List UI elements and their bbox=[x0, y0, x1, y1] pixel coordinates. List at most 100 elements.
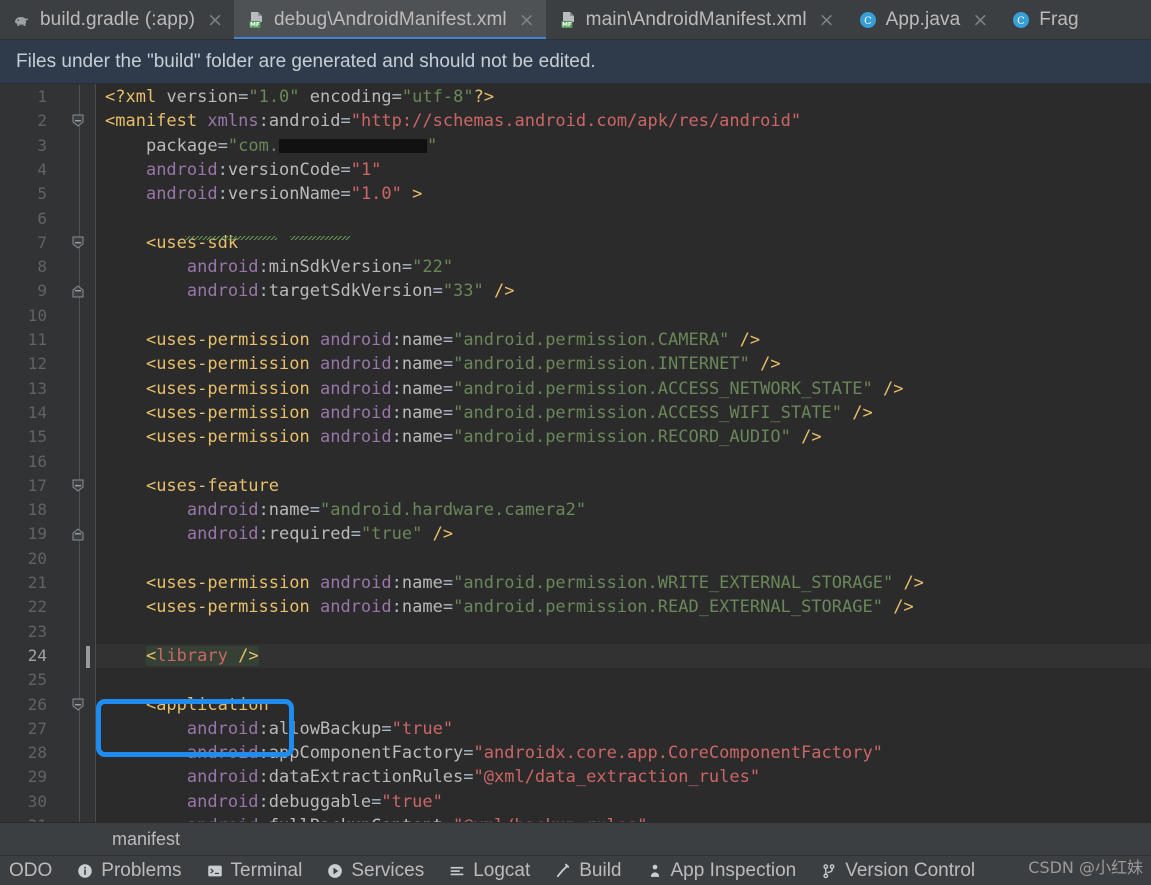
close-icon[interactable]: × bbox=[819, 10, 835, 30]
java-class-icon: C bbox=[1011, 10, 1031, 30]
code-editor[interactable]: 1 2 3 4 5 6 7 8 9 10 11 12 13 14 15 16 17 18 19 20 21 22 23 24 2… bbox=[0, 84, 1151, 822]
status-bar-item-build[interactable]: Build bbox=[542, 860, 633, 882]
status-bar-item-label: App Inspection bbox=[670, 859, 797, 881]
close-icon[interactable]: × bbox=[207, 10, 223, 30]
line-number: 14 bbox=[27, 402, 47, 422]
code-line[interactable] bbox=[96, 304, 1151, 328]
editor-tab-3[interactable]: C App.java × bbox=[846, 0, 1000, 39]
editor-tab-2[interactable]: MF main\AndroidManifest.xml × bbox=[546, 0, 846, 39]
line-number: 1 bbox=[37, 87, 47, 106]
code-line[interactable]: android:required="true" /> bbox=[96, 522, 1151, 546]
fold-end-icon[interactable] bbox=[72, 279, 86, 303]
line-number: 10 bbox=[27, 305, 47, 325]
code-line[interactable] bbox=[96, 620, 1151, 644]
code-content-area[interactable]: <?xml version="1.0" encoding="utf-8"?> <m… bbox=[96, 84, 1151, 822]
fold-collapse-icon[interactable] bbox=[72, 231, 86, 255]
line-number: 4 bbox=[37, 159, 47, 179]
code-line[interactable]: <manifest xmlns:android="http://schemas.… bbox=[96, 109, 1151, 133]
code-line[interactable]: <application bbox=[96, 693, 1151, 717]
editor-tab-label: debug\AndroidManifest.xml bbox=[273, 9, 507, 30]
code-line[interactable]: <library /> bbox=[96, 643, 1151, 669]
code-line[interactable]: <uses-permission android:name="android.p… bbox=[96, 595, 1151, 619]
code-line[interactable]: android:targetSdkVersion="33" /> bbox=[96, 279, 1151, 303]
code-line[interactable] bbox=[96, 547, 1151, 571]
status-bar-item-app-inspection[interactable]: App Inspection bbox=[634, 860, 809, 882]
fold-collapse-icon[interactable] bbox=[72, 474, 86, 498]
fold-collapse-icon[interactable] bbox=[72, 109, 86, 133]
line-number: 11 bbox=[27, 330, 47, 349]
editor-tab-4[interactable]: C Frag bbox=[999, 0, 1089, 39]
line-number: 15 bbox=[27, 427, 47, 447]
tool-window-status-bar: ODO Problems Terminal Services Logcat Build Ap… bbox=[0, 855, 1151, 885]
close-icon[interactable]: × bbox=[972, 10, 988, 30]
line-number: 25 bbox=[27, 670, 47, 690]
code-line[interactable]: <uses-feature bbox=[96, 474, 1151, 498]
line-number: 31 bbox=[0, 814, 95, 822]
code-line[interactable]: android:versionName="1.0" > bbox=[96, 182, 1151, 206]
services-icon bbox=[326, 862, 344, 880]
code-line[interactable]: android:fullBackupContent="@xml/backup_r… bbox=[96, 814, 1151, 822]
line-number: 29 bbox=[27, 767, 47, 787]
code-line[interactable]: <uses-sdk bbox=[96, 231, 1151, 255]
code-line[interactable]: android:name="android.hardware.camera2" bbox=[96, 498, 1151, 522]
terminal-icon bbox=[206, 862, 224, 880]
editor-tab-0[interactable]: build.gradle (:app) × bbox=[0, 0, 234, 39]
code-line[interactable] bbox=[96, 668, 1151, 692]
banner-message: Files under the "build" folder are gener… bbox=[16, 50, 596, 72]
manifest-file-icon: MF bbox=[558, 10, 578, 30]
line-number: 27 bbox=[27, 718, 47, 738]
app-inspection-icon bbox=[646, 862, 664, 880]
close-icon[interactable]: × bbox=[519, 10, 535, 30]
redacted-package-name bbox=[279, 138, 428, 153]
line-number: 21 bbox=[27, 573, 47, 592]
editor-gutter[interactable]: 1 2 3 4 5 6 7 8 9 10 11 12 13 14 15 16 17 18 19 20 21 22 23 24 2… bbox=[0, 84, 96, 822]
version-control-icon bbox=[820, 862, 838, 880]
code-line[interactable]: package="com. " bbox=[96, 134, 1151, 158]
csdn-watermark: CSDN @小红妹 bbox=[1028, 858, 1143, 877]
logcat-icon bbox=[448, 862, 466, 880]
code-line[interactable] bbox=[96, 450, 1151, 474]
status-bar-item-label: Logcat bbox=[473, 859, 531, 881]
editor-tab-1[interactable]: MF debug\AndroidManifest.xml × bbox=[233, 0, 546, 39]
breadcrumb-item-manifest[interactable]: manifest bbox=[112, 829, 180, 850]
text-caret bbox=[86, 645, 90, 668]
svg-text:C: C bbox=[864, 16, 872, 27]
svg-text:MF: MF bbox=[562, 22, 572, 29]
code-line[interactable]: <uses-permission android:name="android.p… bbox=[96, 401, 1151, 425]
status-bar-item-label: Services bbox=[351, 859, 425, 881]
code-line[interactable]: android:appComponentFactory="androidx.co… bbox=[96, 741, 1151, 765]
line-number: 13 bbox=[27, 378, 47, 398]
code-line[interactable]: android:versionCode="1" bbox=[96, 158, 1151, 182]
line-number: 12 bbox=[27, 354, 47, 374]
code-line[interactable]: android:allowBackup="true" bbox=[96, 717, 1151, 741]
code-line[interactable]: <uses-permission android:name="android.p… bbox=[96, 377, 1151, 401]
code-line[interactable]: <?xml version="1.0" encoding="utf-8"?> bbox=[96, 85, 1151, 109]
manifest-file-icon: MF bbox=[246, 10, 266, 30]
status-bar-item-odo[interactable]: ODO bbox=[0, 860, 64, 882]
status-bar-item-label: Terminal bbox=[230, 859, 303, 881]
code-line[interactable]: <uses-permission android:name="android.p… bbox=[96, 352, 1151, 376]
line-number: 18 bbox=[27, 500, 47, 520]
code-line[interactable]: android:dataExtractionRules="@xml/data_e… bbox=[96, 765, 1151, 789]
fold-collapse-icon[interactable] bbox=[72, 693, 86, 717]
status-bar-item-terminal[interactable]: Terminal bbox=[194, 860, 315, 882]
code-line[interactable]: android:debuggable="true" bbox=[96, 790, 1151, 814]
code-line[interactable]: <uses-permission android:name="android.p… bbox=[96, 328, 1151, 352]
status-bar-item-label: Problems bbox=[101, 859, 182, 881]
status-bar-item-services[interactable]: Services bbox=[314, 860, 436, 882]
line-number: 16 bbox=[27, 451, 47, 471]
code-line[interactable]: <uses-permission android:name="android.p… bbox=[96, 425, 1151, 449]
code-line[interactable]: <uses-permission android:name="android.p… bbox=[96, 571, 1151, 595]
line-number: 6 bbox=[37, 208, 47, 228]
line-number: 8 bbox=[37, 257, 47, 277]
status-bar-item-logcat[interactable]: Logcat bbox=[436, 860, 542, 882]
status-bar-item-label: Version Control bbox=[845, 859, 976, 881]
inspection-squiggle bbox=[290, 236, 350, 240]
fold-end-icon[interactable] bbox=[72, 522, 86, 546]
status-bar-item-problems[interactable]: Problems bbox=[64, 860, 193, 882]
breadcrumb[interactable]: manifest bbox=[0, 822, 1151, 855]
code-line[interactable]: android:minSdkVersion="22" bbox=[96, 255, 1151, 279]
code-line[interactable] bbox=[96, 207, 1151, 231]
status-bar-item-version-control[interactable]: Version Control bbox=[808, 860, 987, 882]
java-class-icon: C bbox=[858, 10, 878, 30]
